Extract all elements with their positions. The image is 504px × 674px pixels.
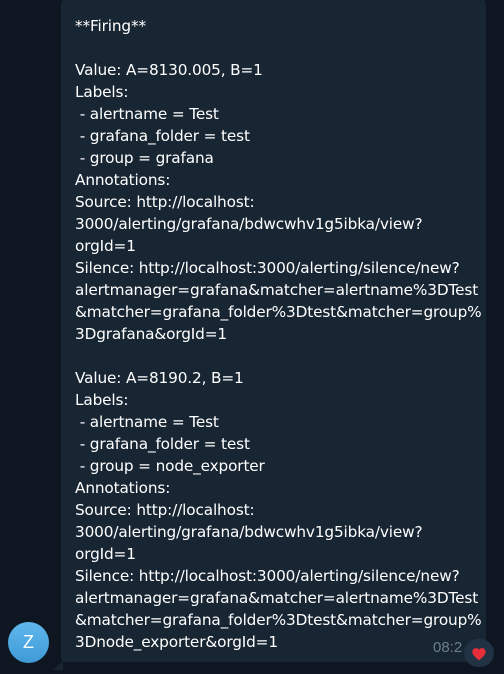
- message-text: **Firing** Value: A=8130.005, B=1 Labels…: [75, 17, 482, 651]
- heart-icon: [472, 647, 486, 660]
- message-bubble-tail: [53, 661, 63, 670]
- reaction-badge[interactable]: [464, 639, 494, 667]
- avatar[interactable]: Z: [8, 622, 49, 663]
